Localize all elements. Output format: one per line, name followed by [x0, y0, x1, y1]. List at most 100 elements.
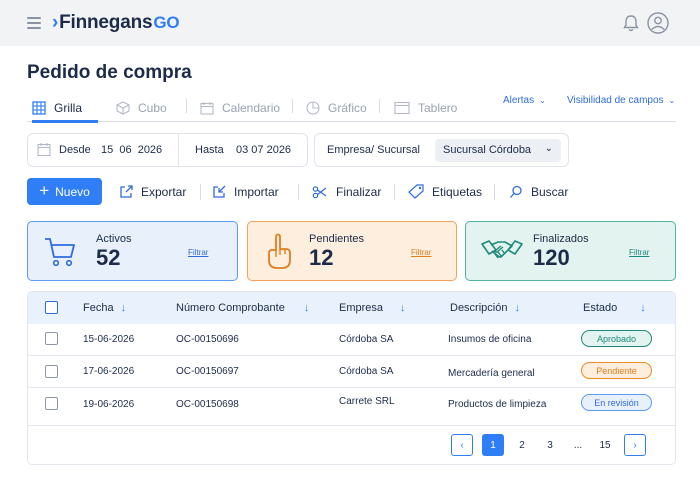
cell-empresa: Córdoba SA — [339, 366, 394, 377]
cube-icon — [116, 101, 130, 115]
card-label: Activos — [96, 233, 132, 245]
row-checkbox[interactable] — [45, 365, 58, 378]
action-divider — [394, 184, 395, 200]
hasta-date-input[interactable]: 03 07 2026 — [236, 144, 291, 156]
tab-divider — [186, 99, 187, 113]
table-row[interactable]: 17-06-2026 OC-00150697 Córdoba SA Mercad… — [28, 356, 675, 388]
sort-arrow-icon[interactable]: ↓ — [121, 302, 127, 314]
cell-fecha: 19-06-2026 — [83, 399, 135, 410]
next-page-button[interactable]: › — [624, 434, 646, 456]
cart-icon — [45, 238, 75, 267]
logo-suffix: GO — [153, 13, 180, 32]
cell-numero: OC-00150698 — [176, 399, 239, 410]
table-row[interactable]: 15-06-2026 OC-00150696 Córdoba SA Insumo… — [28, 324, 675, 356]
nuevo-label: Nuevo — [55, 184, 90, 199]
column-header-estado[interactable]: Estado ↓ — [583, 302, 646, 314]
column-label: Estado — [583, 302, 618, 314]
page-button[interactable]: 1 — [482, 434, 504, 456]
board-icon — [394, 101, 410, 115]
logo-text: Finnegans — [59, 12, 153, 33]
tab-cubo[interactable]: Cubo — [116, 94, 167, 122]
tab-grafico[interactable]: Gráfico — [306, 94, 367, 122]
desde-date-input[interactable]: 15 06 2026 — [101, 144, 162, 156]
logo-chevron-icon: › — [52, 12, 59, 33]
cell-empresa: Carrete SRL — [339, 396, 395, 407]
nuevo-button[interactable]: + Nuevo — [27, 178, 102, 205]
tag-icon — [408, 184, 424, 199]
filtrar-link[interactable]: Filtrar — [188, 248, 208, 257]
tab-calendario[interactable]: Calendario — [200, 94, 280, 122]
alertas-dropdown[interactable]: Alertas ⌄ — [503, 95, 546, 106]
empresa-sucursal-filter: Empresa/ Sucursal Sucursal Córdoba ⌄ — [314, 133, 569, 167]
menu-icon[interactable] — [27, 17, 41, 29]
select-all-checkbox[interactable] — [45, 301, 58, 314]
cell-descripcion: Productos de limpieza — [448, 399, 547, 410]
action-divider — [200, 184, 201, 200]
tab-label: Gráfico — [328, 101, 367, 115]
card-label: Finalizados — [533, 233, 589, 245]
exportar-label: Exportar — [141, 184, 187, 199]
finalizar-label: Finalizar — [336, 184, 382, 199]
importar-button[interactable]: Importar — [212, 178, 279, 205]
page-button[interactable]: 2 — [511, 434, 533, 456]
etiquetas-button[interactable]: Etiquetas — [408, 178, 482, 205]
hasta-label: Hasta — [195, 144, 224, 156]
tab-label: Cubo — [138, 101, 167, 115]
sort-arrow-icon[interactable]: ↓ — [514, 302, 520, 314]
filtrar-link[interactable]: Filtrar — [411, 248, 431, 257]
search-icon — [510, 185, 522, 198]
page-button[interactable]: 15 — [594, 434, 616, 456]
tab-label: Tablero — [418, 101, 458, 115]
cell-fecha: 15-06-2026 — [83, 334, 135, 345]
page-button[interactable]: 3 — [539, 434, 561, 456]
tab-grilla[interactable]: Grilla — [32, 94, 98, 123]
app-logo[interactable]: › Finnegans GO — [52, 12, 180, 34]
cell-descripcion: Mercadería general — [448, 368, 535, 379]
alertas-label: Alertas — [503, 95, 535, 106]
tab-tablero[interactable]: Tablero — [394, 94, 457, 122]
calendar-icon — [200, 102, 214, 115]
prev-page-button[interactable]: ‹ — [451, 434, 473, 456]
view-tabs: Grilla Cubo Calendario Gráfico Tablero A… — [27, 94, 676, 123]
filter-divider — [178, 134, 179, 166]
empresa-label: Empresa/ Sucursal — [327, 144, 420, 156]
table-header: Fecha ↓ Número Comprobante ↓ Empresa ↓ D… — [28, 292, 675, 324]
import-icon — [213, 185, 226, 198]
user-icon[interactable] — [647, 12, 669, 34]
card-pendientes[interactable]: Pendientes 12 Filtrar — [247, 221, 457, 281]
export-icon — [120, 184, 133, 198]
cell-numero: OC-00150697 — [176, 366, 239, 377]
card-count: 12 — [309, 245, 334, 270]
status-badge: Aprobado — [581, 330, 652, 347]
column-header-fecha[interactable]: Fecha ↓ — [83, 302, 126, 314]
column-header-descripcion[interactable]: Descripción ↓ — [450, 302, 520, 314]
filtrar-link[interactable]: Filtrar — [629, 248, 649, 257]
sucursal-select[interactable]: Sucursal Córdoba ⌄ — [435, 139, 561, 162]
cell-empresa: Córdoba SA — [339, 334, 394, 345]
visibilidad-dropdown[interactable]: Visibilidad de campos ⌄ — [567, 95, 675, 106]
cell-fecha: 17-06-2026 — [83, 366, 135, 377]
sort-arrow-icon[interactable]: ↓ — [400, 302, 406, 314]
tab-divider — [379, 99, 380, 113]
table-row[interactable]: 19-06-2026 OC-00150698 Carrete SRL Produ… — [28, 388, 675, 426]
bell-icon[interactable] — [621, 13, 641, 33]
finalizar-button[interactable]: Finalizar — [312, 178, 381, 205]
pie-chart-icon — [306, 101, 320, 115]
sort-arrow-icon[interactable]: ↓ — [304, 302, 310, 314]
column-header-numero[interactable]: Número Comprobante ↓ — [176, 302, 309, 314]
card-finalizados[interactable]: Finalizados 120 Filtrar — [465, 221, 676, 281]
buscar-label: Buscar — [531, 184, 569, 199]
tab-divider — [292, 99, 293, 113]
row-checkbox[interactable] — [45, 332, 58, 345]
column-header-empresa[interactable]: Empresa ↓ — [339, 302, 406, 314]
row-checkbox[interactable] — [45, 397, 58, 410]
top-bar: › Finnegans GO — [0, 0, 700, 46]
exportar-button[interactable]: Exportar — [119, 178, 186, 205]
sort-arrow-icon[interactable]: ↓ — [640, 302, 646, 314]
buscar-button[interactable]: Buscar — [509, 178, 568, 205]
page-ellipsis: ... — [573, 439, 583, 451]
card-activos[interactable]: Activos 52 Filtrar — [27, 221, 238, 281]
scissors-icon — [312, 185, 327, 198]
column-label: Empresa — [339, 302, 384, 314]
calendar-icon[interactable] — [37, 142, 51, 157]
